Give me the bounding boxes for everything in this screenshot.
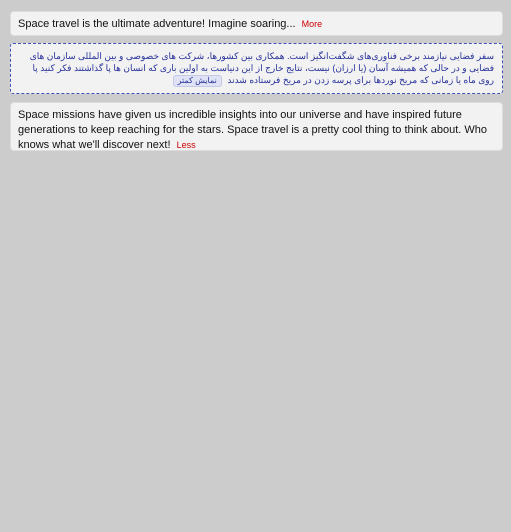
show-less-button[interactable]: نمایش کمتر	[172, 75, 222, 87]
more-link[interactable]: More	[302, 19, 323, 29]
collapsed-text-card: Space travel is the ultimate adventure! …	[10, 11, 503, 36]
expanded-text-card: Space missions have given us incredible …	[10, 102, 503, 151]
less-link[interactable]: Less	[177, 140, 196, 150]
rtl-expanded-text-card: سفر فضایی نیازمند برخی فناوری‌های شگفت‌ا…	[10, 43, 503, 94]
card-text: Space travel is the ultimate adventure! …	[18, 18, 296, 30]
card-text: سفر فضایی نیازمند برخی فناوری‌های شگفت‌ا…	[29, 51, 494, 85]
card-text: Space missions have given us incredible …	[18, 109, 487, 151]
